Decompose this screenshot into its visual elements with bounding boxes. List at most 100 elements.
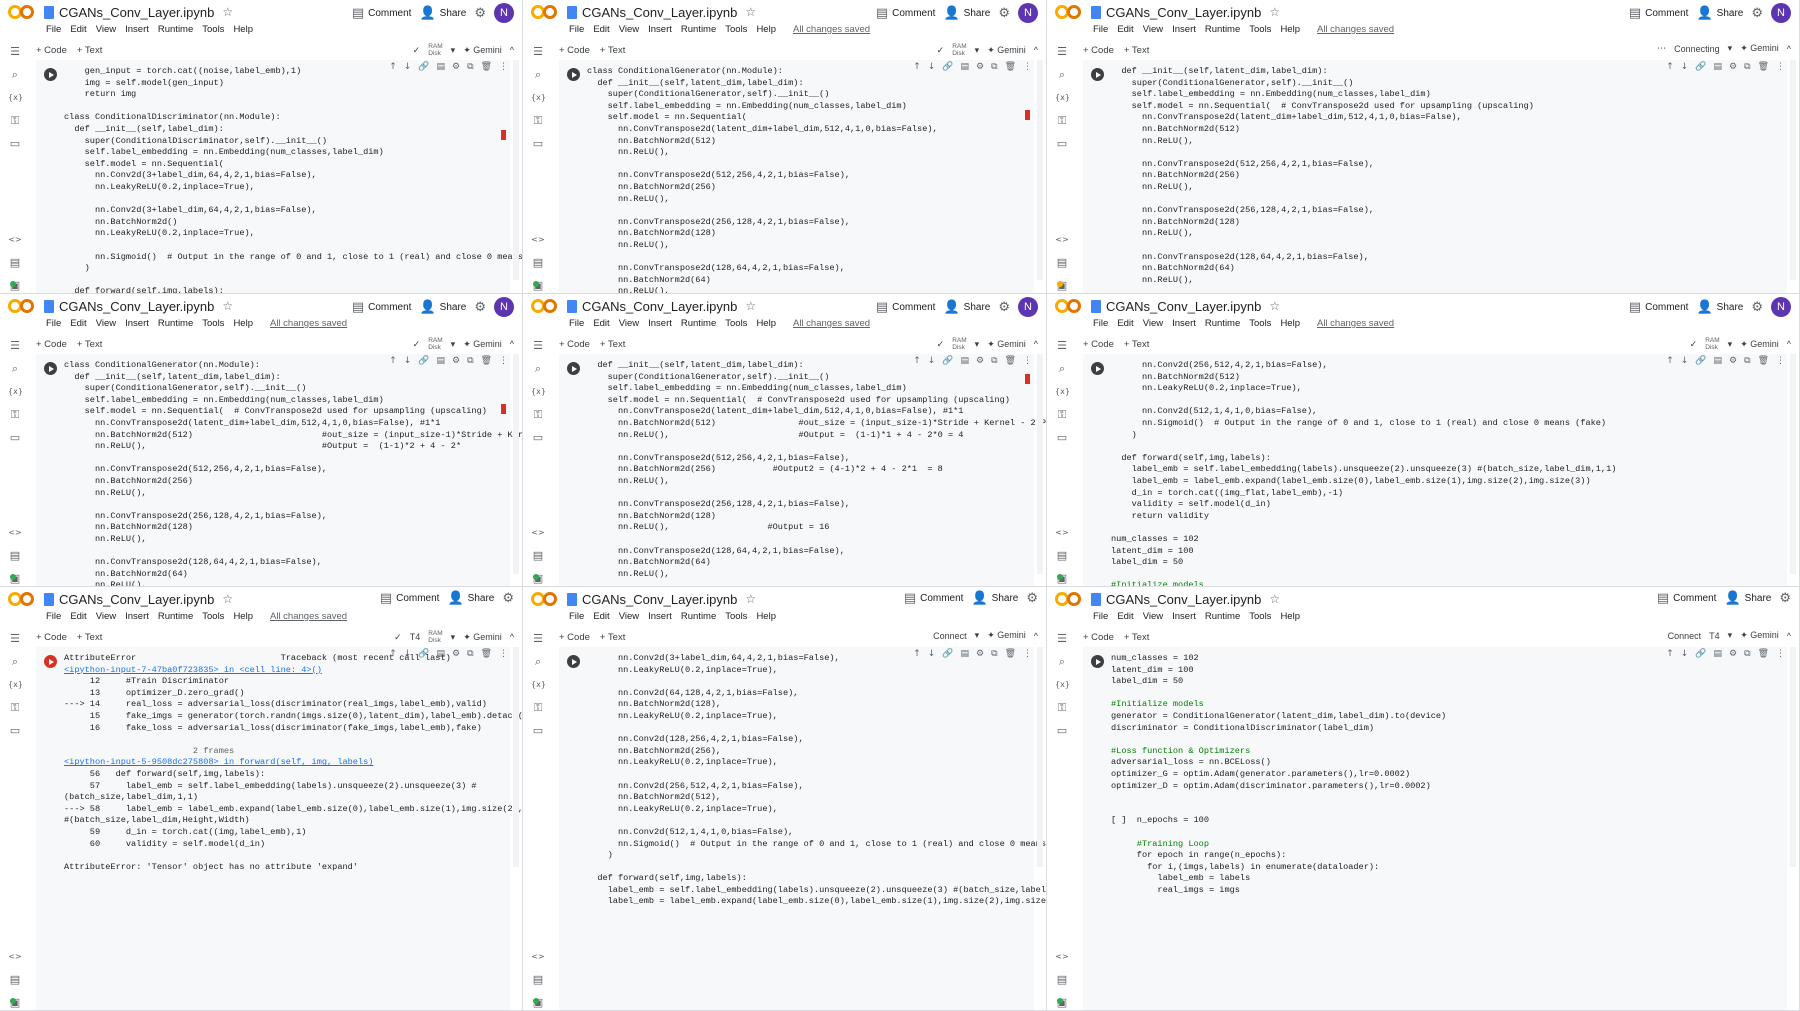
share-button[interactable]: 👤 Share xyxy=(1696,5,1743,21)
connect-button[interactable]: Connect xyxy=(933,631,967,641)
code-snippets-icon[interactable]: <> xyxy=(531,527,545,539)
menu-item-file[interactable]: File xyxy=(569,318,584,332)
add-text-button[interactable]: + Text xyxy=(77,632,102,643)
save-status[interactable]: All changes saved xyxy=(793,318,870,332)
secrets-icon[interactable]: ⚿ xyxy=(531,115,545,127)
files-icon[interactable]: ▭ xyxy=(531,432,545,444)
chevron-up-icon[interactable]: ^ xyxy=(1787,631,1791,641)
scrollbar[interactable] xyxy=(1790,60,1796,280)
menu-item-file[interactable]: File xyxy=(1093,318,1108,332)
gear-icon[interactable]: ⚙ xyxy=(998,299,1010,315)
command-palette-icon[interactable]: ▤ xyxy=(1055,974,1069,986)
menu-item-insert[interactable]: Insert xyxy=(648,318,672,332)
comment-button[interactable]: ▤ Comment xyxy=(352,299,412,315)
scrollbar[interactable] xyxy=(1037,354,1043,574)
star-icon[interactable]: ☆ xyxy=(1269,299,1280,313)
menu-item-edit[interactable]: Edit xyxy=(1117,24,1133,38)
code-content[interactable]: class ConditionalGenerator(nn.Module): d… xyxy=(64,360,522,586)
variables-icon[interactable]: {x} xyxy=(1055,386,1070,398)
add-text-button[interactable]: + Text xyxy=(600,632,625,643)
variables-icon[interactable]: {x} xyxy=(1055,679,1070,691)
star-icon[interactable]: ☆ xyxy=(745,299,756,313)
add-text-button[interactable]: + Text xyxy=(1124,339,1149,350)
add-code-button[interactable]: + Code xyxy=(36,45,67,56)
toc-icon[interactable]: ☰ xyxy=(531,46,545,58)
command-palette-icon[interactable]: ▤ xyxy=(1055,550,1069,562)
add-text-button[interactable]: + Text xyxy=(1124,45,1149,56)
menu-item-help[interactable]: Help xyxy=(756,318,776,332)
comment-button[interactable]: ▤ Comment xyxy=(904,590,964,606)
share-button[interactable]: 👤 Share xyxy=(943,299,990,315)
chevron-down-icon[interactable]: ▾ xyxy=(975,630,980,641)
chevron-down-icon[interactable]: ▾ xyxy=(451,45,456,56)
star-icon[interactable]: ☆ xyxy=(1269,5,1280,19)
toc-icon[interactable]: ☰ xyxy=(531,340,545,352)
comment-button[interactable]: ▤ Comment xyxy=(380,590,440,606)
chevron-up-icon[interactable]: ^ xyxy=(510,339,514,349)
share-button[interactable]: 👤 Share xyxy=(943,5,990,21)
command-palette-icon[interactable]: ▤ xyxy=(531,550,545,562)
toc-icon[interactable]: ☰ xyxy=(531,633,545,645)
menu-item-edit[interactable]: Edit xyxy=(1117,318,1133,332)
gemini-button[interactable]: ✦ Gemini xyxy=(463,339,502,350)
run-cell-button[interactable] xyxy=(44,655,57,668)
menu-item-help[interactable]: Help xyxy=(1280,24,1300,38)
menu-item-tools[interactable]: Tools xyxy=(202,24,224,38)
menu-item-runtime[interactable]: Runtime xyxy=(681,24,716,38)
scrollbar[interactable] xyxy=(1790,647,1796,867)
code-content[interactable]: def __init__(self,latent_dim,label_dim):… xyxy=(1111,66,1787,293)
secrets-icon[interactable]: ⚿ xyxy=(531,409,545,421)
menu-item-insert[interactable]: Insert xyxy=(1172,611,1196,625)
menu-item-runtime[interactable]: Runtime xyxy=(158,24,193,38)
avatar[interactable]: N xyxy=(1018,3,1038,23)
menu-item-edit[interactable]: Edit xyxy=(70,611,86,625)
ram-disk-meter[interactable]: RAM Disk xyxy=(428,630,442,644)
files-icon[interactable]: ▭ xyxy=(1055,725,1069,737)
add-text-button[interactable]: + Text xyxy=(77,339,102,350)
menu-item-insert[interactable]: Insert xyxy=(125,611,149,625)
scrollbar[interactable] xyxy=(513,354,519,574)
save-status[interactable]: All changes saved xyxy=(270,318,347,332)
save-status[interactable]: All changes saved xyxy=(270,611,347,625)
comment-button[interactable]: ▤ Comment xyxy=(352,5,412,21)
menu-item-view[interactable]: View xyxy=(96,24,116,38)
chevron-down-icon[interactable]: ▾ xyxy=(451,339,456,350)
avatar[interactable]: N xyxy=(1771,3,1791,23)
menu-item-tools[interactable]: Tools xyxy=(725,24,747,38)
gemini-button[interactable]: ✦ Gemini xyxy=(463,45,502,56)
command-palette-icon[interactable]: ▤ xyxy=(531,974,545,986)
gear-icon[interactable]: ⚙ xyxy=(1751,5,1763,21)
run-cell-button[interactable] xyxy=(1091,362,1104,375)
gear-icon[interactable]: ⚙ xyxy=(502,590,514,606)
search-icon[interactable]: ⌕ xyxy=(1055,363,1069,375)
run-cell-button[interactable] xyxy=(567,68,580,81)
secrets-icon[interactable]: ⚿ xyxy=(8,115,22,127)
search-icon[interactable]: ⌕ xyxy=(8,656,22,668)
menu-item-help[interactable]: Help xyxy=(756,24,776,38)
code-content[interactable]: nn.Conv2d(3+label_dim,64,4,2,1,bias=Fals… xyxy=(587,653,1046,908)
add-code-button[interactable]: + Code xyxy=(1083,45,1114,56)
scrollbar[interactable] xyxy=(1037,647,1043,867)
files-icon[interactable]: ▭ xyxy=(531,138,545,150)
code-snippets-icon[interactable]: <> xyxy=(1055,527,1069,539)
chevron-down-icon[interactable]: ▾ xyxy=(451,632,456,643)
code-snippets-icon[interactable]: <> xyxy=(531,234,545,246)
star-icon[interactable]: ☆ xyxy=(1269,592,1280,606)
comment-button[interactable]: ▤ Comment xyxy=(1629,5,1689,21)
menu-item-insert[interactable]: Insert xyxy=(648,24,672,38)
run-cell-button[interactable] xyxy=(1091,68,1104,81)
add-code-button[interactable]: + Code xyxy=(36,632,67,643)
avatar[interactable]: N xyxy=(494,3,514,23)
menu-item-runtime[interactable]: Runtime xyxy=(681,611,716,625)
toc-icon[interactable]: ☰ xyxy=(1055,46,1069,58)
notebook-title[interactable]: CGANs_Conv_Layer.ipynb xyxy=(1106,5,1261,20)
search-icon[interactable]: ⌕ xyxy=(8,69,22,81)
ram-disk-meter[interactable]: RAM Disk xyxy=(952,43,966,57)
notebook-title[interactable]: CGANs_Conv_Layer.ipynb xyxy=(582,5,737,20)
command-palette-icon[interactable]: ▤ xyxy=(8,550,22,562)
add-code-button[interactable]: + Code xyxy=(1083,632,1114,643)
files-icon[interactable]: ▭ xyxy=(8,432,22,444)
code-content[interactable]: AttributeError Traceback (most recent ca… xyxy=(64,653,522,873)
secrets-icon[interactable]: ⚿ xyxy=(1055,409,1069,421)
code-content[interactable]: num_classes = 102 latent_dim = 100 label_d… xyxy=(1111,653,1787,896)
